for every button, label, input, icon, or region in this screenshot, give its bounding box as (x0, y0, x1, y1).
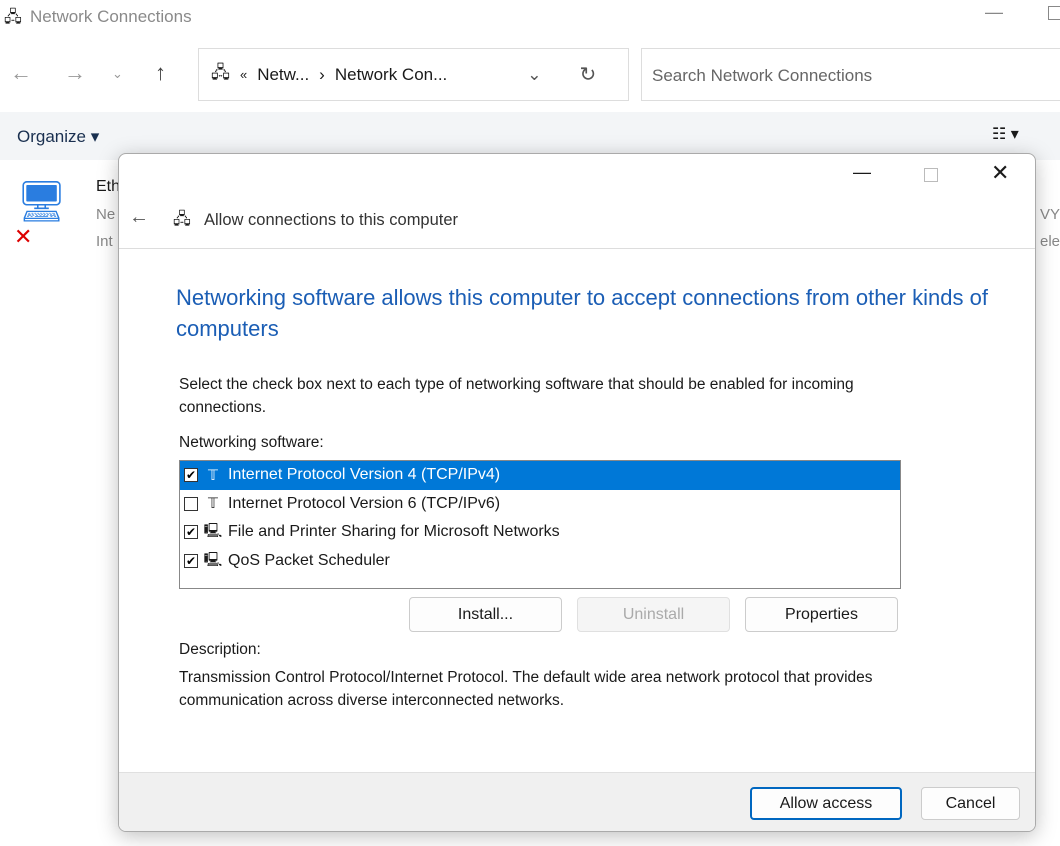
breadcrumb-item[interactable]: Netw... (257, 65, 309, 85)
install-button[interactable]: Install... (409, 597, 562, 632)
ethernet-icon: 🖥 (16, 180, 67, 224)
search-input[interactable]: Search Network Connections (641, 48, 1060, 101)
item-label: QoS Packet Scheduler (228, 551, 390, 569)
chevron-down-icon[interactable]: ⌄ (527, 65, 541, 85)
minimize-button[interactable]: — (985, 2, 1003, 23)
dialog-minimize-button[interactable]: — (853, 162, 871, 183)
chevron-right-icon: › (319, 64, 325, 84)
networking-software-list[interactable]: ✔ 𝕋 Internet Protocol Version 4 (TCP/IPv4)… (179, 460, 901, 589)
dialog-close-button[interactable]: ✕ (991, 160, 1009, 186)
allow-connections-dialog: — ✕ ← 🖧 Allow connections to this comput… (118, 153, 1036, 832)
list-item[interactable]: 𝕋 Internet Protocol Version 6 (TCP/IPv6) (180, 490, 900, 519)
connection-status: Ne (96, 206, 116, 223)
organize-label: Organize (17, 127, 86, 146)
connection-device: Int (96, 233, 113, 250)
dialog-title: Allow connections to this computer (204, 211, 459, 229)
description-label: Description: (179, 641, 261, 658)
refresh-icon[interactable]: ↻ (580, 62, 597, 87)
uninstall-button[interactable]: Uninstall (577, 597, 730, 632)
item-label: Internet Protocol Version 4 (TCP/IPv4) (228, 466, 501, 484)
protocol-icon: 𝕋 (208, 466, 218, 483)
connection-fragment: eles (1040, 233, 1060, 250)
back-button[interactable]: ← (10, 60, 32, 86)
instruction-text: Select the check box next to each type o… (179, 376, 854, 416)
description-text: Transmission Control Protocol/Internet P… (179, 669, 873, 709)
network-folder-icon: 🖧 (211, 63, 230, 82)
computer-icon: 🖳 (203, 522, 223, 539)
list-item[interactable]: ✔ 𝕋 Internet Protocol Version 4 (TCP/IPv4) (180, 461, 900, 490)
checkbox[interactable]: ✔ (184, 525, 198, 540)
computer-icon: 🖳 (203, 550, 223, 567)
properties-button[interactable]: Properties (745, 597, 898, 632)
cancel-button[interactable]: Cancel (921, 787, 1020, 820)
address-bar[interactable]: 🖧 « Netw... › Network Con... ⌄ ↻ (198, 48, 629, 101)
checkbox[interactable]: ✔ (184, 468, 198, 483)
divider (119, 248, 1035, 249)
recent-dropdown[interactable]: ⌄ (112, 66, 123, 82)
list-item[interactable]: ✔ 🖳 QoS Packet Scheduler (180, 547, 900, 576)
network-icon: 🖧 (173, 211, 191, 228)
checkbox[interactable] (184, 496, 198, 511)
disconnected-x-icon: ✕ (14, 224, 33, 249)
dialog-maximize-button (924, 168, 938, 182)
network-folder-icon: 🖧 (4, 9, 22, 26)
breadcrumb-overflow[interactable]: « (240, 67, 247, 82)
protocol-icon: 𝕋 (208, 495, 218, 512)
breadcrumb-item[interactable]: Network Con... (335, 65, 447, 85)
connection-name[interactable]: Eth (96, 178, 120, 196)
item-label: Internet Protocol Version 6 (TCP/IPv6) (228, 494, 501, 512)
forward-button[interactable]: → (64, 60, 86, 86)
checkbox[interactable]: ✔ (184, 553, 198, 568)
dialog-heading: Networking software allows this computer… (176, 285, 988, 341)
view-options-icon[interactable]: ☷ ▾ (992, 124, 1019, 144)
connection-fragment: VY (1040, 206, 1060, 223)
list-item[interactable]: ✔ 🖳 File and Printer Sharing for Microsoft… (180, 518, 900, 547)
maximize-button[interactable] (1048, 6, 1060, 20)
dialog-back-button[interactable]: ← (129, 206, 149, 229)
organize-button[interactable]: Organize ▾ (17, 127, 99, 147)
up-button[interactable]: ↑ (155, 60, 166, 86)
allow-access-button[interactable]: Allow access (750, 787, 902, 820)
item-label: File and Printer Sharing for Microsoft N… (228, 523, 560, 541)
dialog-footer: Allow access Cancel (119, 772, 1035, 831)
list-label: Networking software: (179, 434, 324, 451)
window-title: Network Connections (30, 7, 192, 26)
